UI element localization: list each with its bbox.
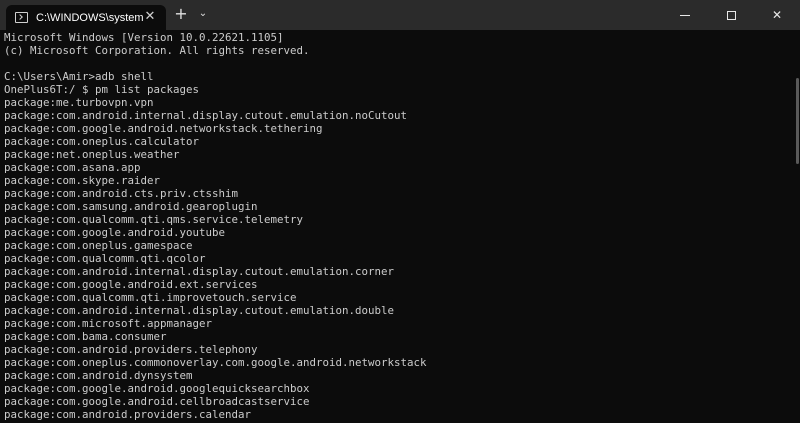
scrollbar[interactable] <box>794 30 800 423</box>
scrollbar-thumb[interactable] <box>796 78 799 164</box>
terminal-line: package:com.google.android.googlequickse… <box>4 382 310 395</box>
terminal-line: package:com.google.android.ext.services <box>4 278 258 291</box>
title-bar: C:\WINDOWS\system32\cmd. ✕ + ⌄ ✕ <box>0 0 800 30</box>
terminal-line: Microsoft Windows [Version 10.0.22621.11… <box>4 31 284 44</box>
minimize-button[interactable] <box>662 0 708 30</box>
terminal-line: package:com.skype.raider <box>4 174 161 187</box>
tab-title: C:\WINDOWS\system32\cmd. <box>36 11 144 24</box>
terminal-icon <box>15 12 28 23</box>
terminal-line: package:com.qualcomm.qti.qms.service.tel… <box>4 213 304 226</box>
terminal-line: package:com.bama.consumer <box>4 330 167 343</box>
terminal-line: package:com.oneplus.commonoverlay.com.go… <box>4 356 427 369</box>
minimize-icon <box>680 14 690 16</box>
terminal-line: C:\Users\Amir>adb shell <box>4 70 154 83</box>
terminal-line: package:com.android.internal.display.cut… <box>4 304 395 317</box>
terminal-line: package:com.microsoft.appmanager <box>4 317 213 330</box>
terminal-line: package:com.android.internal.display.cut… <box>4 109 408 122</box>
terminal-line: package:com.samsung.android.gearoplugin <box>4 200 258 213</box>
terminal-line: package:com.oneplus.gamespace <box>4 239 193 252</box>
terminal-line: package:com.google.android.youtube <box>4 226 226 239</box>
terminal-output[interactable]: Microsoft Windows [Version 10.0.22621.11… <box>0 30 794 423</box>
terminal-line: package:com.android.providers.telephony <box>4 343 258 356</box>
tab-close-icon[interactable]: ✕ <box>142 9 158 25</box>
terminal-line: package:com.android.dynsystem <box>4 369 193 382</box>
terminal-line: package:com.android.providers.calendar <box>4 408 252 421</box>
tab-cmd[interactable]: C:\WINDOWS\system32\cmd. ✕ <box>6 5 166 30</box>
terminal-line: package:com.android.cts.priv.ctsshim <box>4 187 239 200</box>
terminal-line: OnePlus6T:/ $ pm list packages <box>4 83 200 96</box>
close-icon: ✕ <box>771 8 783 22</box>
terminal-line: package:com.google.android.networkstack.… <box>4 122 323 135</box>
maximize-button[interactable] <box>708 0 754 30</box>
chevron-down-icon[interactable]: ⌄ <box>196 5 210 23</box>
terminal-line: package:me.turbovpn.vpn <box>4 96 154 109</box>
close-button[interactable]: ✕ <box>754 0 800 30</box>
terminal-line: package:com.asana.app <box>4 161 141 174</box>
terminal-line: package:com.qualcomm.qti.improvetouch.se… <box>4 291 297 304</box>
terminal-line: package:net.oneplus.weather <box>4 148 180 161</box>
maximize-icon <box>726 10 736 20</box>
terminal-line: package:com.google.android.cellbroadcast… <box>4 395 310 408</box>
terminal-line: package:com.qualcomm.qti.qcolor <box>4 252 206 265</box>
terminal-line: (c) Microsoft Corporation. All rights re… <box>4 44 310 57</box>
terminal-line: package:com.oneplus.calculator <box>4 135 200 148</box>
new-tab-button[interactable]: + <box>172 5 190 23</box>
terminal-line: package:com.android.internal.display.cut… <box>4 265 395 278</box>
window-controls: ✕ <box>662 0 800 30</box>
